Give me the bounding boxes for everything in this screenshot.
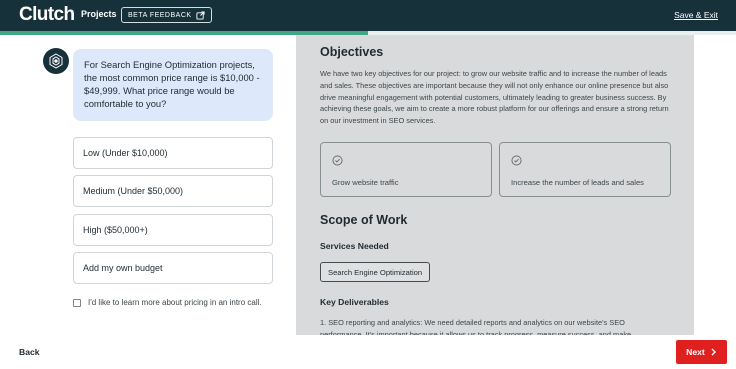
budget-option-high[interactable]: High ($50,000+) <box>73 214 273 246</box>
service-tag: Search Engine Optimization <box>320 262 431 282</box>
next-label: Next <box>686 347 705 357</box>
external-link-icon <box>196 10 205 20</box>
next-button[interactable]: Next <box>676 340 727 364</box>
assistant-question-bubble: For Search Engine Optimization projects,… <box>73 49 273 121</box>
assistant-avatar <box>43 48 69 74</box>
nav-projects-link[interactable]: Projects <box>81 9 117 19</box>
back-button[interactable]: Back <box>19 347 40 357</box>
save-exit-link[interactable]: Save & Exit <box>674 10 718 20</box>
chevron-right-icon <box>711 348 716 356</box>
check-circle-icon <box>332 155 343 166</box>
objectives-text: We have two key objectives for our proje… <box>320 69 669 126</box>
clutch-assistant-icon <box>49 53 63 69</box>
check-circle-icon <box>511 155 522 166</box>
budget-option-medium[interactable]: Medium (Under $50,000) <box>73 175 273 207</box>
intro-call-checkbox[interactable] <box>73 298 81 307</box>
objective-card: Grow website traffic <box>320 142 492 197</box>
deliverables-text: 1. SEO reporting and analytics: We need … <box>320 318 632 335</box>
top-bar: Clutch Projects BETA FEEDBACK Save & Exi… <box>0 0 736 31</box>
beta-feedback-label: BETA FEEDBACK <box>128 11 192 19</box>
objective-card-label: Grow website traffic <box>332 178 399 187</box>
objective-card: Increase the number of leads and sales <box>499 142 671 197</box>
project-summary-panel[interactable]: Objectives We have two key objectives fo… <box>296 35 694 335</box>
objectives-heading: Objectives <box>320 45 384 59</box>
objective-card-label: Increase the number of leads and sales <box>511 178 644 187</box>
footer-bar <box>0 335 736 369</box>
clutch-logo[interactable]: Clutch <box>19 4 75 26</box>
services-heading: Services Needed <box>320 241 389 251</box>
budget-option-custom[interactable]: Add my own budget <box>73 252 273 284</box>
intro-call-label: I'd like to learn more about pricing in … <box>88 298 262 307</box>
intro-call-option[interactable]: I'd like to learn more about pricing in … <box>73 298 262 307</box>
deliverables-heading: Key Deliverables <box>320 297 389 307</box>
scope-heading: Scope of Work <box>320 213 408 227</box>
budget-option-low[interactable]: Low (Under $10,000) <box>73 137 273 169</box>
beta-feedback-button[interactable]: BETA FEEDBACK <box>121 7 212 23</box>
